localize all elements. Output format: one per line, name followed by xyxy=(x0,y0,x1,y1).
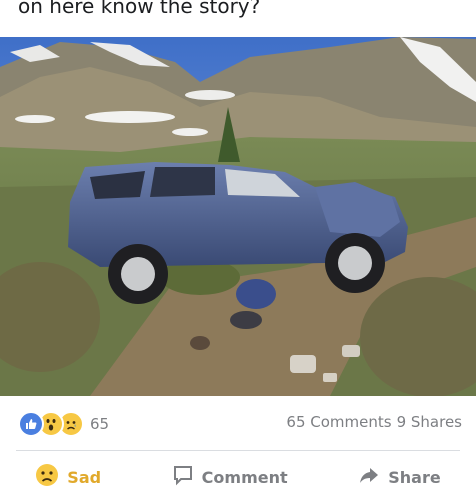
comment-button[interactable]: Comment xyxy=(172,464,288,490)
react-label: Sad xyxy=(67,467,102,487)
react-button[interactable]: Sad xyxy=(35,463,101,491)
post-text: on here know the story? xyxy=(18,0,261,18)
post-photo[interactable] xyxy=(0,37,476,396)
reaction-summary[interactable]: 65 xyxy=(18,410,109,438)
sad-icon xyxy=(35,463,59,491)
comment-icon xyxy=(172,464,194,490)
share-button[interactable]: Share xyxy=(358,464,441,490)
comment-label: Comment xyxy=(201,467,288,487)
divider xyxy=(16,450,460,451)
comments-count[interactable]: 65 Comments xyxy=(286,413,391,431)
shares-count[interactable]: 9 Shares xyxy=(397,413,462,431)
engagement-counts: 65 Comments 9 Shares xyxy=(286,413,462,431)
reaction-count: 65 xyxy=(90,415,110,433)
share-icon xyxy=(358,464,380,490)
share-label: Share xyxy=(388,467,441,487)
like-icon xyxy=(18,411,44,437)
post-action-bar: Sad Comment Share xyxy=(0,462,476,492)
